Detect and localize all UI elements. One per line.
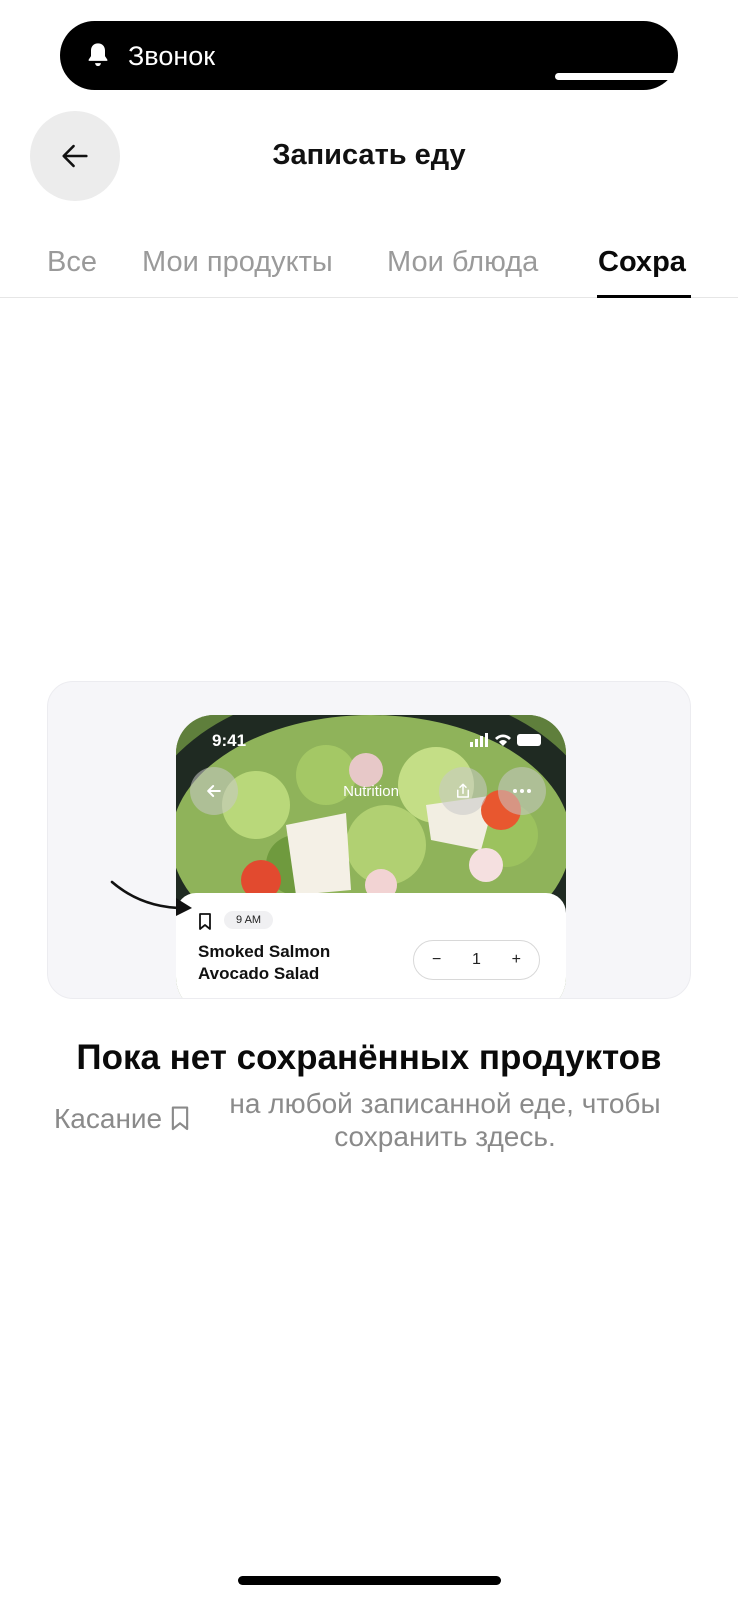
active-tab-indicator <box>597 295 691 298</box>
bookmark-icon <box>171 1106 189 1131</box>
share-icon <box>457 783 469 798</box>
bookmark-icon <box>199 913 211 930</box>
empty-state-hint-text: на любой записанной еде, чтобы сохранить… <box>229 1088 661 1152</box>
empty-state-illustration: 9:41 Nutrition 9 AM Smoked Salmon Avocad… <box>47 681 691 999</box>
dish-name-line-1: Smoked Salmon <box>198 942 331 961</box>
mock-status-time: 9:41 <box>212 731 247 750</box>
empty-state-hint-prefix: Касание <box>54 1103 190 1135</box>
mock-more-button <box>498 767 546 815</box>
phone-mockup: 9:41 Nutrition 9 AM Smoked Salmon Avocad… <box>176 715 566 998</box>
tab-my-products[interactable]: Мои продукты <box>142 246 333 279</box>
bell-icon <box>88 43 108 67</box>
home-indicator[interactable] <box>238 1576 501 1585</box>
plus-icon: + <box>511 951 521 968</box>
dish-name: Smoked Salmon Avocado Salad <box>198 941 330 985</box>
mock-share-button <box>439 767 487 815</box>
minus-icon: − <box>432 951 442 968</box>
dish-name-line-2: Avocado Salad <box>198 964 320 983</box>
tab-saved[interactable]: Сохра <box>598 246 686 279</box>
tab-all[interactable]: Все <box>47 246 97 279</box>
signal-wifi-battery-icon <box>470 733 541 747</box>
quantity-stepper: − 1 + <box>413 940 540 980</box>
page-title: Записать еду <box>272 139 466 171</box>
hint-prefix-text: Касание <box>54 1103 163 1134</box>
meal-time-badge: 9 AM <box>224 911 274 929</box>
quantity-value: 1 <box>472 951 481 968</box>
call-indicator-line <box>555 73 709 80</box>
call-label: Звонок <box>128 41 216 71</box>
empty-state-title: Пока нет сохранённых продуктов <box>76 1038 662 1077</box>
mock-food-sheet: 9 AM Smoked Salmon Avocado Salad − 1 + <box>176 893 566 998</box>
pointer-arrow-icon <box>110 880 192 916</box>
tab-bar: Все Мои продукты Мои блюда Сохра <box>0 240 738 298</box>
tab-my-dishes[interactable]: Мои блюда <box>387 246 538 279</box>
call-banner[interactable]: Звонок <box>60 21 709 90</box>
more-icon <box>513 789 531 793</box>
